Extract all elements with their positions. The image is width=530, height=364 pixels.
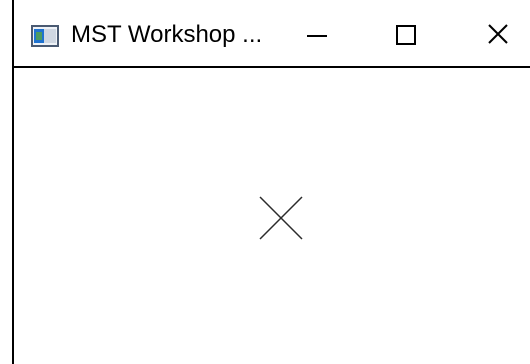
window-title: MST Workshop ... xyxy=(71,21,263,48)
close-button[interactable] xyxy=(449,0,530,66)
title-bar[interactable]: MST Workshop ... xyxy=(14,0,530,68)
maximize-icon xyxy=(396,25,416,45)
maximize-button[interactable] xyxy=(361,0,449,66)
minimize-icon xyxy=(307,35,327,37)
close-icon xyxy=(488,24,508,44)
app-window: MST Workshop ... xyxy=(12,0,530,364)
window-content xyxy=(14,68,530,364)
app-window-icon[interactable] xyxy=(31,25,59,47)
minimize-button[interactable] xyxy=(273,0,361,66)
cross-placeholder-icon xyxy=(259,196,303,240)
